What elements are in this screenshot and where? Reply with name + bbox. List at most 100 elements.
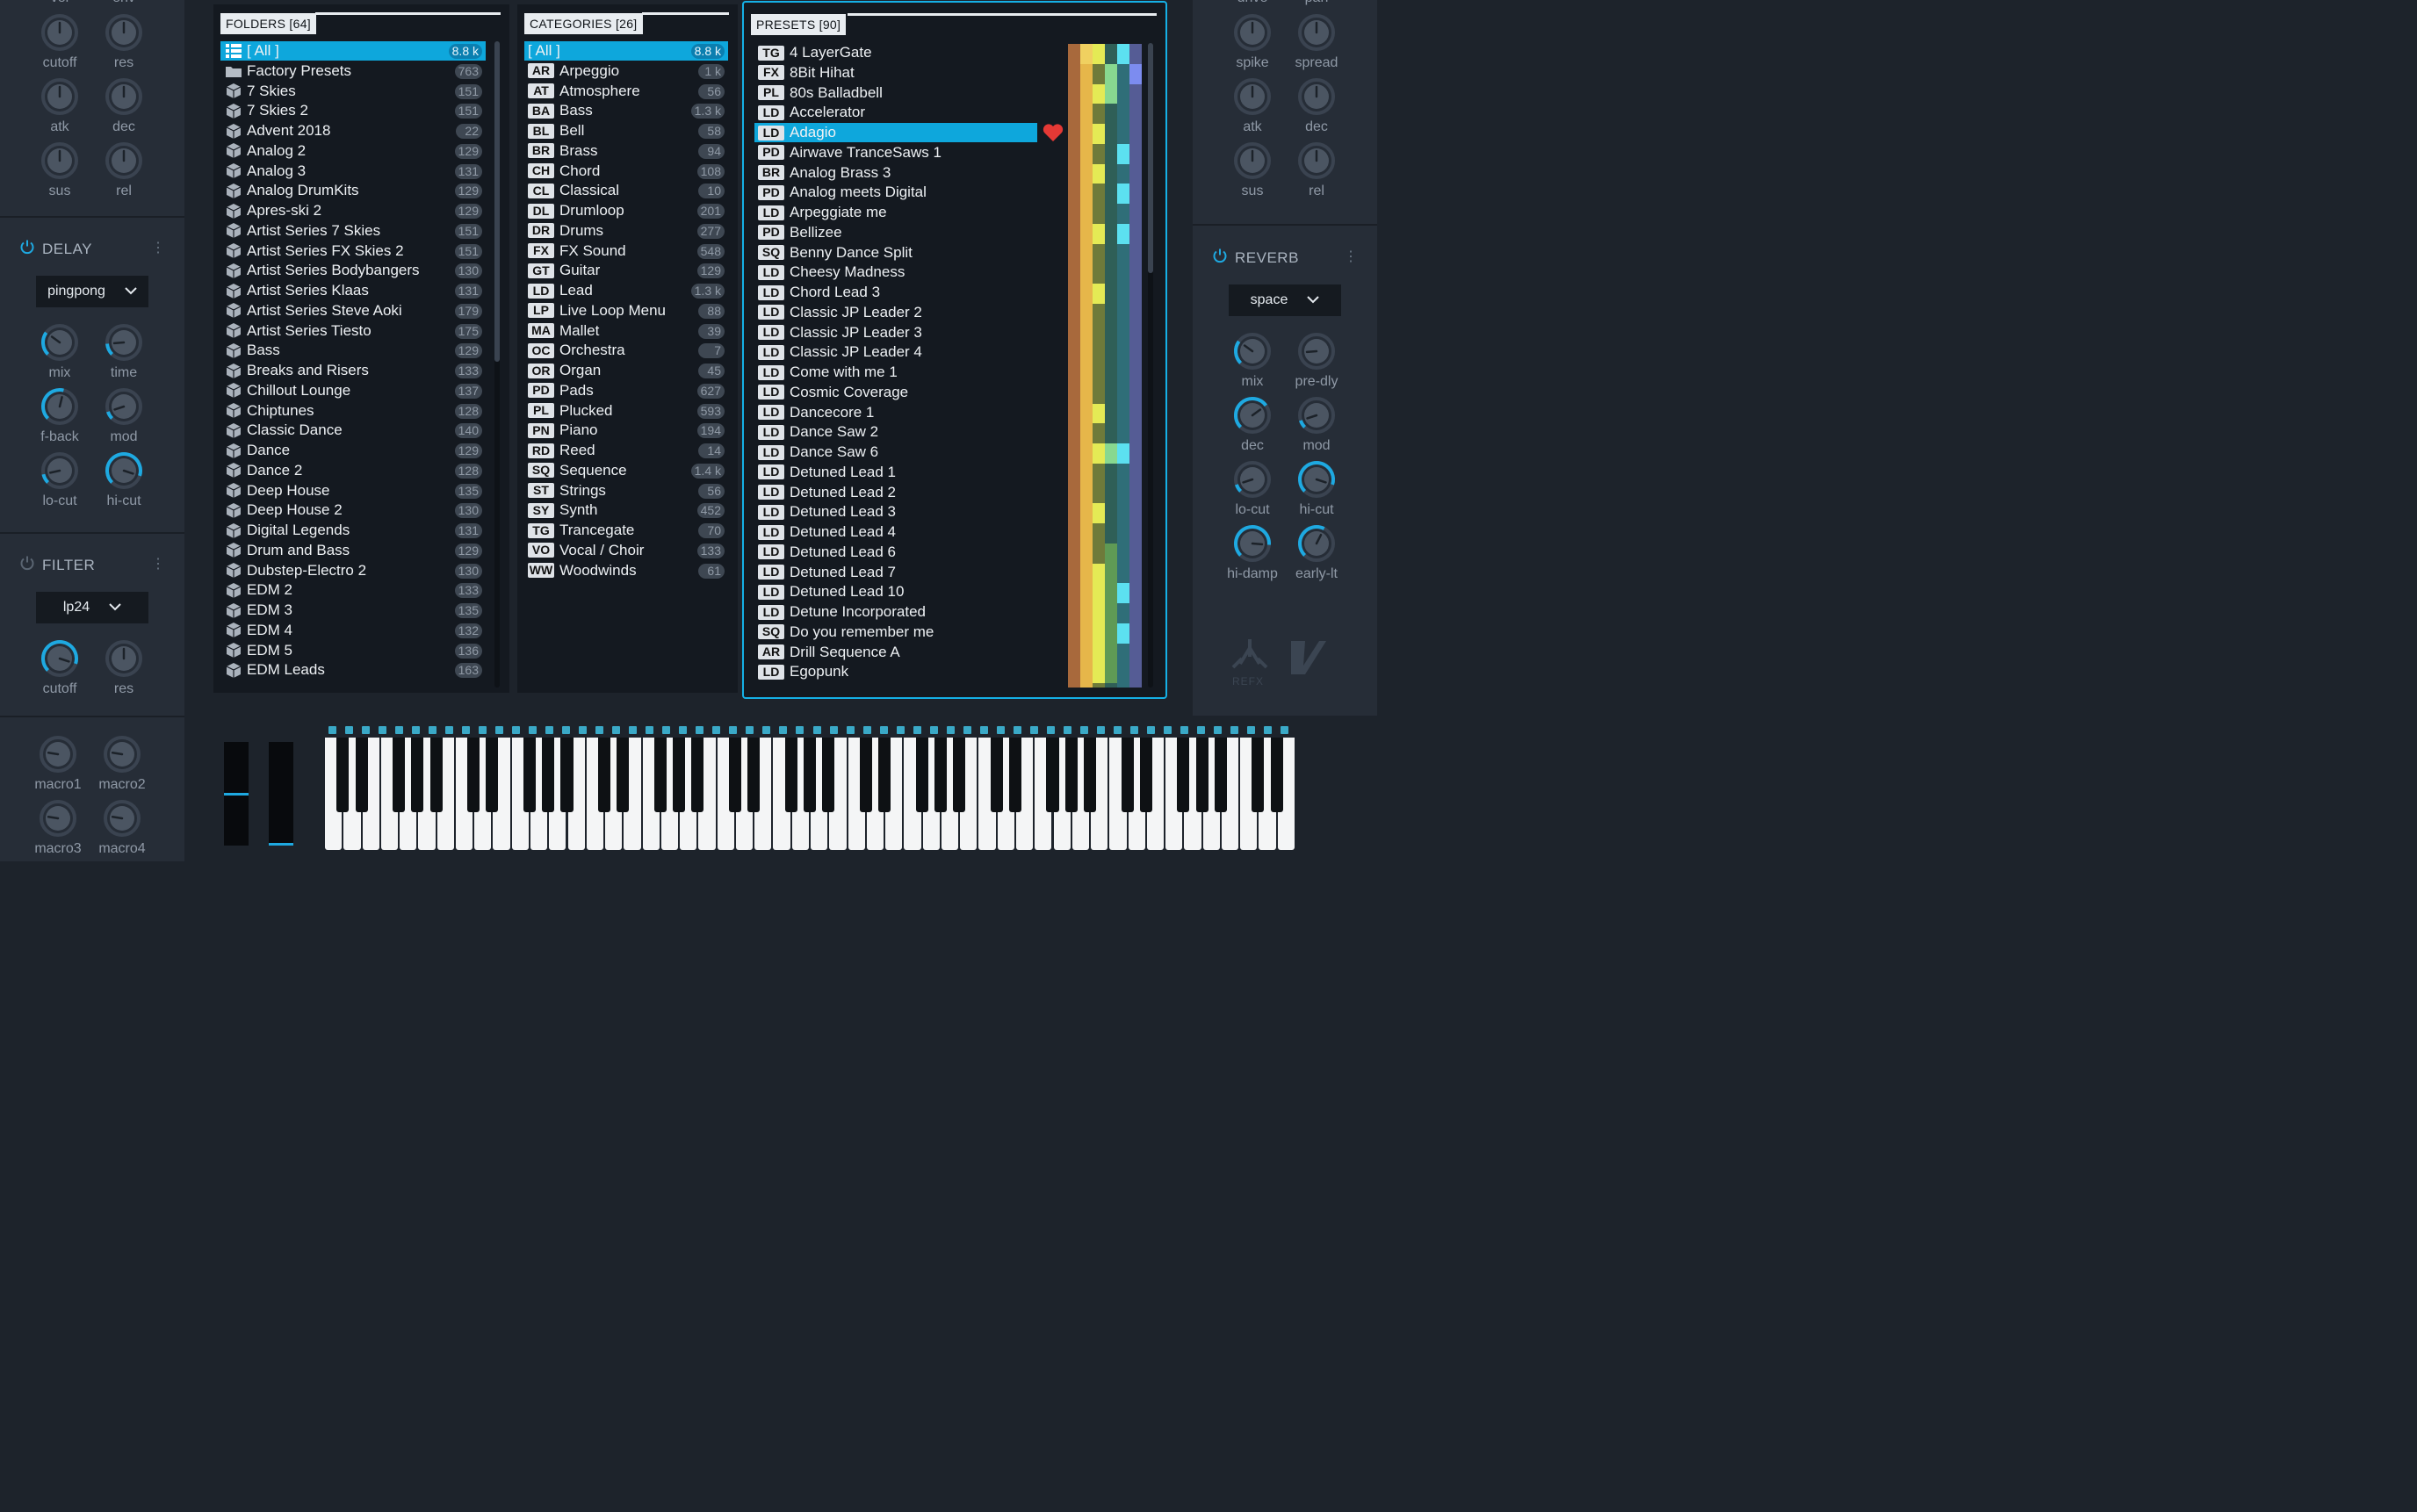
black-key[interactable]	[486, 738, 499, 812]
category-item[interactable]: LP Live Loop Menu 88	[524, 301, 728, 320]
category-item-all[interactable]: [ All ] 8.8 k	[524, 41, 728, 61]
preset-item[interactable]: LD Detuned Lead 3	[754, 502, 1037, 522]
category-item[interactable]: RD Reed 14	[524, 441, 728, 460]
category-item[interactable]: AT Atmosphere 56	[524, 82, 728, 101]
black-key[interactable]	[617, 738, 630, 812]
folder-item[interactable]: 7 Skies 2 151	[220, 101, 486, 120]
env2-atk-knob[interactable]: atk	[1222, 76, 1283, 135]
env-res-knob[interactable]: res	[93, 12, 155, 71]
black-key[interactable]	[859, 738, 872, 812]
folder-item[interactable]: Chiptunes 128	[220, 401, 486, 421]
category-item[interactable]: GT Guitar 129	[524, 261, 728, 280]
black-key[interactable]	[747, 738, 761, 812]
category-item[interactable]: PL Plucked 593	[524, 401, 728, 421]
folder-item[interactable]: Artist Series Tiesto 175	[220, 321, 486, 341]
black-key[interactable]	[1139, 738, 1152, 812]
black-key[interactable]	[1008, 738, 1021, 812]
folder-item[interactable]: EDM 5 136	[220, 641, 486, 660]
mod-wheel-slider[interactable]	[269, 742, 293, 846]
black-key[interactable]	[1046, 738, 1059, 812]
macro1-knob[interactable]: macro1	[27, 734, 89, 793]
preset-item[interactable]: LD Chord Lead 3	[754, 283, 1037, 302]
folder-item[interactable]: Apres-ski 2 129	[220, 201, 486, 220]
env-cutoff-knob[interactable]: cutoff	[29, 12, 90, 71]
folder-item[interactable]: Artist Series FX Skies 2 151	[220, 241, 486, 261]
preset-item[interactable]: LD Cosmic Coverage	[754, 383, 1037, 402]
delay-mod-knob[interactable]: mod	[93, 386, 155, 445]
category-item[interactable]: PN Piano 194	[524, 421, 728, 440]
black-key[interactable]	[691, 738, 704, 812]
delay-mode-dropdown[interactable]: pingpong	[36, 276, 148, 307]
folder-item[interactable]: Digital Legends 131	[220, 521, 486, 540]
folder-item[interactable]: Analog 3 131	[220, 162, 486, 181]
preset-item[interactable]: LD Egopunk	[754, 662, 1037, 681]
category-item[interactable]: BL Bell 58	[524, 121, 728, 140]
folders-scrollbar[interactable]	[494, 41, 500, 688]
reverb-mode-dropdown[interactable]: space	[1229, 284, 1341, 316]
category-item[interactable]: LD Lead 1.3 k	[524, 281, 728, 300]
delay-hi-cut-knob[interactable]: hi-cut	[93, 450, 155, 509]
filter-res-knob[interactable]: res	[93, 638, 155, 697]
folder-item[interactable]: Factory Presets 763	[220, 61, 486, 81]
black-key[interactable]	[803, 738, 816, 812]
more-icon[interactable]: ⋮	[151, 555, 165, 572]
reverb-header[interactable]: REVERB	[1212, 248, 1299, 268]
black-key[interactable]	[915, 738, 928, 812]
preset-item[interactable]: LD Detuned Lead 10	[754, 582, 1037, 601]
folder-item[interactable]: Dubstep-Electro 2 130	[220, 561, 486, 580]
env-rel-knob[interactable]: rel	[93, 140, 155, 199]
black-key[interactable]	[784, 738, 797, 812]
preset-item[interactable]: LD Detuned Lead 6	[754, 543, 1037, 562]
black-key[interactable]	[673, 738, 686, 812]
presets-scrollbar[interactable]	[1148, 43, 1153, 688]
folder-item[interactable]: EDM 3 135	[220, 601, 486, 620]
category-item[interactable]: BR Brass 94	[524, 141, 728, 161]
env-dec-knob[interactable]: dec	[93, 76, 155, 135]
filter-header[interactable]: FILTER	[19, 555, 95, 575]
black-key[interactable]	[934, 738, 947, 812]
env-sus-knob[interactable]: sus	[29, 140, 90, 199]
env2-spike-knob[interactable]: spike	[1222, 12, 1283, 71]
category-item[interactable]: DR Drums 277	[524, 221, 728, 241]
category-item[interactable]: MA Mallet 39	[524, 321, 728, 341]
env2-rel-knob[interactable]: rel	[1286, 140, 1347, 199]
black-key[interactable]	[1084, 738, 1097, 812]
reverb-lo-cut-knob[interactable]: lo-cut	[1222, 459, 1283, 518]
category-item[interactable]: TG Trancegate 70	[524, 521, 728, 540]
presets-scroll-thumb[interactable]	[1148, 43, 1153, 273]
black-key[interactable]	[953, 738, 966, 812]
folder-item[interactable]: Classic Dance 140	[220, 421, 486, 440]
preset-item[interactable]: LD Detuned Lead 7	[754, 563, 1037, 582]
preset-item[interactable]: PD Analog meets Digital	[754, 183, 1037, 202]
black-key[interactable]	[1270, 738, 1283, 812]
black-key[interactable]	[523, 738, 536, 812]
category-item[interactable]: OR Organ 45	[524, 361, 728, 380]
black-key[interactable]	[1252, 738, 1265, 812]
folder-item[interactable]: Artist Series Steve Aoki 179	[220, 301, 486, 320]
folder-item[interactable]: Chillout Lounge 137	[220, 381, 486, 400]
folder-item[interactable]: Dance 129	[220, 441, 486, 460]
category-item[interactable]: SQ Sequence 1.4 k	[524, 461, 728, 480]
reverb-early-lt-knob[interactable]: early-lt	[1286, 523, 1347, 582]
folder-item[interactable]: Bass 129	[220, 341, 486, 360]
delay-header[interactable]: DELAY	[19, 239, 92, 259]
folders-scroll-thumb[interactable]	[494, 41, 500, 362]
folder-item[interactable]: EDM Leads 163	[220, 660, 486, 680]
category-item[interactable]: BA Bass 1.3 k	[524, 101, 728, 120]
preset-item[interactable]: LD Detuned Lead 4	[754, 522, 1037, 542]
preset-item[interactable]: BR Analog Brass 3	[754, 163, 1037, 183]
power-icon[interactable]	[19, 239, 35, 259]
more-icon[interactable]: ⋮	[151, 239, 165, 256]
folder-item[interactable]: Analog DrumKits 129	[220, 181, 486, 200]
category-item[interactable]: CL Classical 10	[524, 181, 728, 200]
folder-item[interactable]: Analog 2 129	[220, 141, 486, 161]
folder-item[interactable]: Deep House 135	[220, 481, 486, 500]
more-icon[interactable]: ⋮	[1344, 248, 1358, 265]
heart-icon[interactable]	[1043, 124, 1064, 147]
black-key[interactable]	[878, 738, 891, 812]
black-key[interactable]	[336, 738, 350, 812]
black-key[interactable]	[1195, 738, 1208, 812]
preset-item[interactable]: LD Classic JP Leader 2	[754, 303, 1037, 322]
black-key[interactable]	[411, 738, 424, 812]
env2-dec-knob[interactable]: dec	[1286, 76, 1347, 135]
